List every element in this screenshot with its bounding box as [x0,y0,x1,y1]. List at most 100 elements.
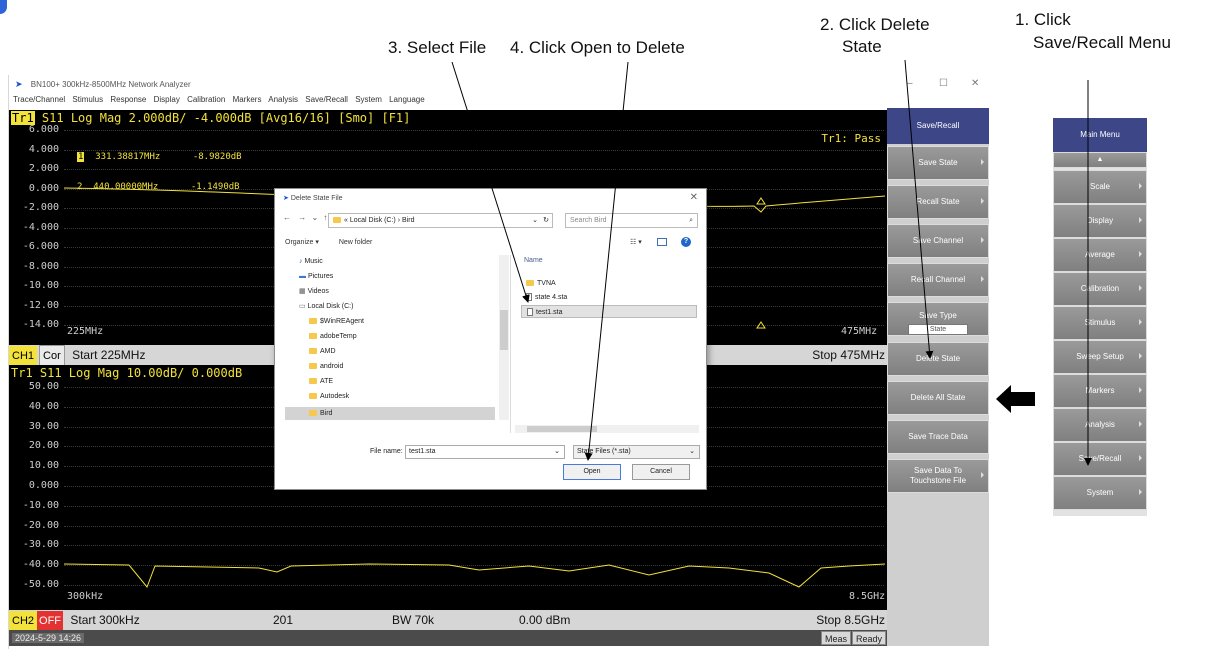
main-menu-scale[interactable]: Scale [1053,170,1147,204]
menu-save-recall[interactable]: Save/Recall [305,95,348,104]
menu-analysis[interactable]: Analysis [268,95,298,104]
ch2-start[interactable]: Start 300kHz [70,613,139,627]
folder-icon [309,363,317,370]
document-icon [526,293,532,302]
forward-icon[interactable]: → [298,213,306,222]
file-item-tvna[interactable]: TVNA [521,277,697,290]
tree-item-local-disk[interactable]: ▭ Local Disk (C:) [299,300,353,313]
status-meas[interactable]: Meas [821,631,852,645]
close-icon[interactable]: ✕ [971,75,979,93]
delete-all-state-button[interactable]: Delete All State [887,381,989,415]
maximize-icon[interactable]: ☐ [939,75,948,93]
menu-display[interactable]: Display [154,95,180,104]
minimize-icon[interactable]: – [907,75,913,93]
menu-stimulus[interactable]: Stimulus [72,95,103,104]
menu-trace-channel[interactable]: Trace/Channel [13,95,65,104]
marker-triangle-icon[interactable] [756,321,766,329]
tree-item-amd[interactable]: AMD [309,345,336,358]
delete-state-button[interactable]: Delete State [887,342,989,376]
ch1-start[interactable]: Start 225MHz [72,348,145,362]
main-menu-system[interactable]: System [1053,476,1147,510]
cancel-button[interactable]: Cancel [632,464,690,480]
main-menu-average[interactable]: Average [1053,238,1147,272]
delete-state-label: Delete State [915,354,961,363]
ch1-stop[interactable]: Stop 475MHz [812,345,885,365]
view-options-icon[interactable]: ☷ ▾ [630,238,642,246]
save-trace-data-button[interactable]: Save Trace Data [887,420,989,454]
file-label: TVNA [537,280,556,287]
hscroll-thumb[interactable] [527,426,597,432]
ch1-tag[interactable]: CH1 [9,346,38,366]
menu-system[interactable]: System [355,95,382,104]
file-item-state4[interactable]: state 4.sta [521,291,697,304]
scroll-up-icon[interactable]: ▲ [1053,152,1147,168]
annotation-step4: 4. Click Open to Delete [510,38,685,57]
help-icon[interactable]: ? [681,237,691,247]
main-menu-calibration[interactable]: Calibration [1053,272,1147,306]
organize-button[interactable]: Organize ▾ [285,239,319,246]
tree-item-music[interactable]: ♪ Music [299,255,323,268]
path-folder[interactable]: Bird [402,217,414,224]
tree-scrollbar[interactable] [499,255,509,420]
calibration-label: Calibration [1080,284,1120,293]
recall-channel-button[interactable]: Recall Channel [887,263,989,297]
menu-response[interactable]: Response [110,95,146,104]
main-menu-markers[interactable]: Markers [1053,374,1147,408]
back-icon[interactable]: ← [283,213,291,222]
folder-icon [526,280,534,287]
folder-icon [309,333,317,340]
search-input[interactable]: Search Bird ⌕ [565,213,698,228]
tree-item-videos[interactable]: ▦ Videos [299,285,329,298]
pictures-icon: ▬ [299,273,308,280]
markers-label: Markers [1085,386,1115,395]
main-menu-stimulus[interactable]: Stimulus [1053,306,1147,340]
refresh-icon[interactable]: ↻ [543,214,549,227]
address-bar[interactable]: « Local Disk (C:) › Bird ⌄ ↻ [328,213,553,228]
dialog-close-icon[interactable]: ✕ [690,192,698,203]
menu-language[interactable]: Language [389,95,425,104]
chevron-down-icon[interactable]: ⌄ [554,446,560,458]
recall-state-button[interactable]: Recall State [887,185,989,219]
file-type-filter[interactable]: State Files (*.sta) ⌄ [573,445,700,459]
ch2-tag[interactable]: CH2 [9,611,38,631]
open-button[interactable]: Open [563,464,621,480]
file-name-input[interactable]: test1.sta ⌄ [405,445,565,459]
dialog-nav-row: ← → ⌄ ↑ « Local Disk (C:) › Bird ⌄ ↻ Sea… [283,213,698,229]
recent-dropdown-icon[interactable]: ⌄ [311,213,318,222]
tree-item-bird[interactable]: Bird [285,407,495,420]
save-state-button[interactable]: Save State [887,146,989,180]
save-type-button[interactable]: Save Type State [887,302,989,336]
annotation-step2-line2: State [842,37,882,56]
tree-item-winreagent[interactable]: $WinREAgent [309,315,364,328]
new-folder-button[interactable]: New folder [339,239,372,246]
preview-pane-icon[interactable] [657,238,667,246]
marker-triangle-icon[interactable] [756,197,766,205]
scale-label: Scale [1089,182,1110,191]
submenu-arrow-icon [1139,251,1142,257]
tree-scroll-thumb[interactable] [500,310,508,350]
ch2-points[interactable]: 201 [273,610,293,630]
main-menu-sweep-setup[interactable]: Sweep Setup [1053,340,1147,374]
name-column-header[interactable]: Name [521,255,697,267]
tree-item-android[interactable]: android [309,360,343,373]
main-menu-display[interactable]: Display [1053,204,1147,238]
ch2-bandwidth[interactable]: BW 70k [392,610,434,630]
ch2-stop[interactable]: Stop 8.5GHz [816,610,885,630]
file-item-test1[interactable]: test1.sta [521,305,697,318]
ch2-power[interactable]: 0.00 dBm [519,610,570,630]
save-channel-button[interactable]: Save Channel [887,224,989,258]
main-menu-analysis[interactable]: Analysis [1053,408,1147,442]
tree-item-adobetemp[interactable]: adobeTemp [309,330,357,343]
tree-item-ate[interactable]: ATE [309,375,333,388]
main-menu-save-recall[interactable]: Save/Recall [1053,442,1147,476]
save-touchstone-button[interactable]: Save Data To Touchstone File [887,459,989,493]
menu-markers[interactable]: Markers [233,95,262,104]
submenu-arrow-icon [1139,489,1142,495]
menu-calibration[interactable]: Calibration [187,95,225,104]
up-folder-icon[interactable]: ↑ [323,213,327,222]
address-dropdown-icon[interactable]: ⌄ [532,214,538,227]
path-drive[interactable]: Local Disk (C:) [350,217,396,224]
tree-item-autodesk[interactable]: Autodesk [309,390,349,403]
tree-item-pictures[interactable]: ▬ Pictures [299,270,333,283]
file-list-hscrollbar[interactable] [515,425,699,433]
